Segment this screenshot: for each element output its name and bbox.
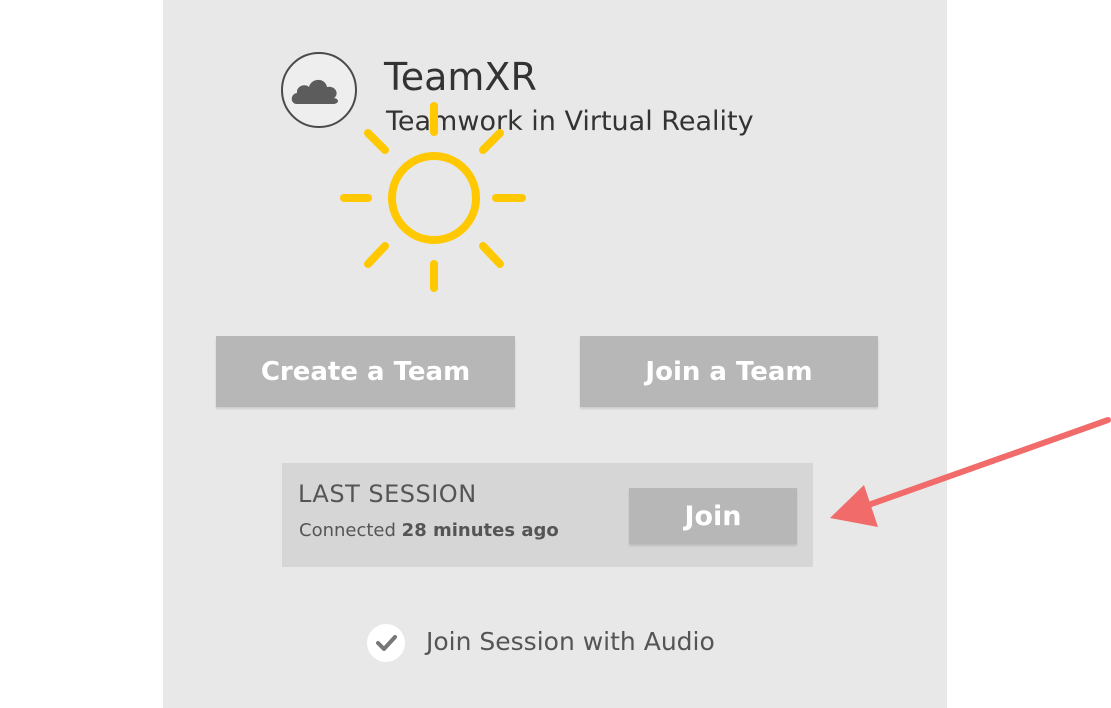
- join-session-button[interactable]: Join: [629, 488, 797, 544]
- sun-icon: [340, 102, 526, 292]
- audio-option-label[interactable]: Join Session with Audio: [426, 627, 715, 656]
- app-title: TeamXR: [384, 55, 537, 99]
- join-team-button[interactable]: Join a Team: [580, 336, 878, 407]
- status-time: 28 minutes ago: [401, 520, 559, 541]
- create-team-button[interactable]: Create a Team: [216, 336, 515, 407]
- last-session-status: Connected 28 minutes ago: [299, 520, 559, 541]
- status-prefix: Connected: [299, 520, 396, 541]
- audio-checkbox[interactable]: [367, 624, 405, 662]
- arrow-icon: [830, 417, 1111, 527]
- last-session-title: LAST SESSION: [298, 480, 477, 508]
- checkmark-icon: [376, 635, 397, 651]
